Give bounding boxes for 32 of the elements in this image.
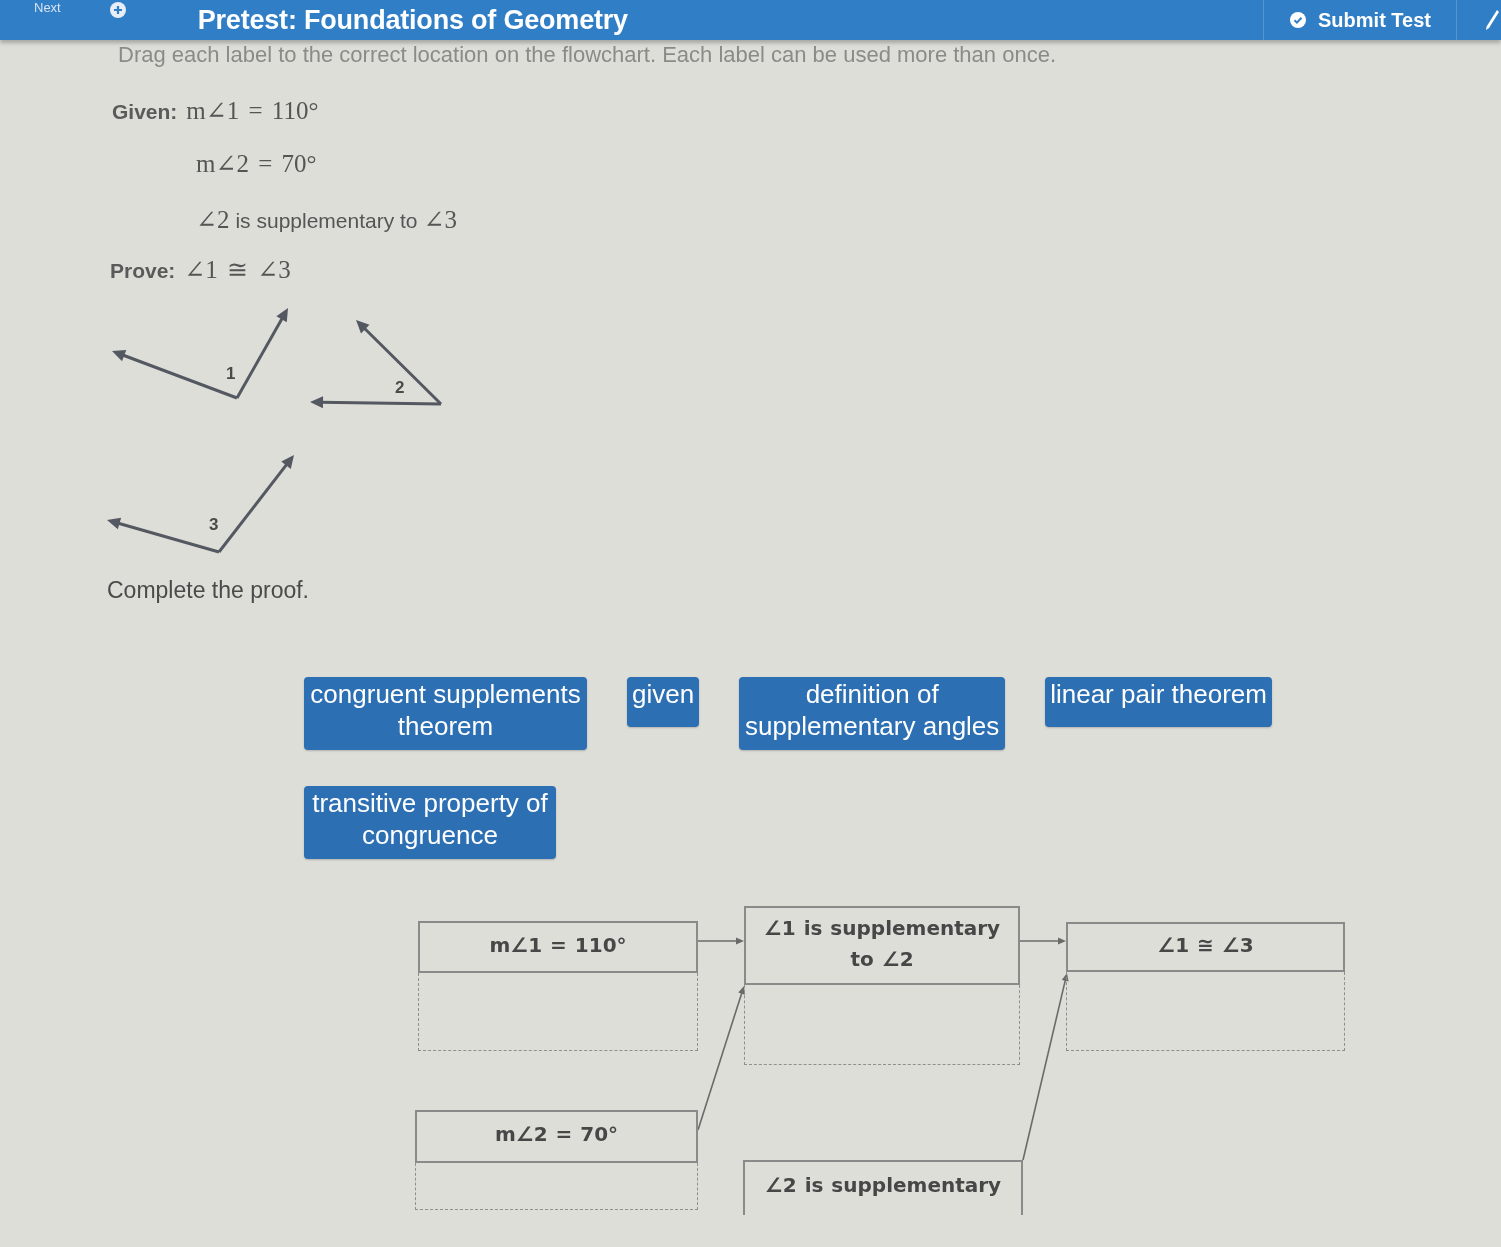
given-statement: ∠2 is supplementary to ∠3 <box>196 205 457 234</box>
label-tile[interactable]: congruent supplements theorem <box>304 677 587 750</box>
flowchart-statement-box: m∠1 = 110° <box>418 921 698 973</box>
given-statement: m∠1 = 110° <box>186 96 319 125</box>
submit-test-button[interactable]: Submit Test <box>1263 0 1457 40</box>
label-tile[interactable]: definition of supplementary angles <box>739 677 1006 750</box>
angle-label: 3 <box>209 515 219 534</box>
check-circle-icon <box>1290 12 1307 28</box>
flowchart-statement-box: ∠1 ≅ ∠3 <box>1066 922 1345 972</box>
label-tile[interactable]: given <box>627 677 700 727</box>
drop-zone[interactable] <box>744 985 1020 1065</box>
instructions-text: Drag each label to the correct location on the flowchart. Each label can be used more than once. <box>118 44 1056 66</box>
connector-arrow <box>697 937 744 945</box>
prove-statement: ∠1 ≅ ∠3 <box>184 255 291 284</box>
drop-zone[interactable] <box>415 1163 698 1210</box>
flowchart-statement-box: ∠1 is supplementary to ∠2 <box>744 906 1020 985</box>
label-tile[interactable]: transitive property of congruence <box>304 786 556 859</box>
label-tile[interactable]: linear pair theorem <box>1045 677 1272 727</box>
drop-zone[interactable] <box>418 973 698 1051</box>
flowchart-statement-box: m∠2 = 70° <box>415 1110 698 1163</box>
angle-label: 1 <box>226 364 236 383</box>
drop-zone[interactable] <box>1066 972 1345 1051</box>
connector-arrow <box>1019 937 1066 945</box>
next-button[interactable]: Next <box>30 0 130 40</box>
pencil-icon[interactable] <box>1485 9 1499 31</box>
prove-label: Prove: <box>110 259 176 283</box>
given-statement: m∠2 = 70° <box>196 149 317 178</box>
prompt-text: Complete the proof. <box>107 577 309 603</box>
test-title: Pretest: Foundations of Geometry <box>197 4 629 36</box>
given-label: Given: <box>112 100 178 124</box>
flowchart-statement-box: ∠2 is supplementary <box>743 1160 1023 1215</box>
angle-label: 2 <box>395 378 405 397</box>
